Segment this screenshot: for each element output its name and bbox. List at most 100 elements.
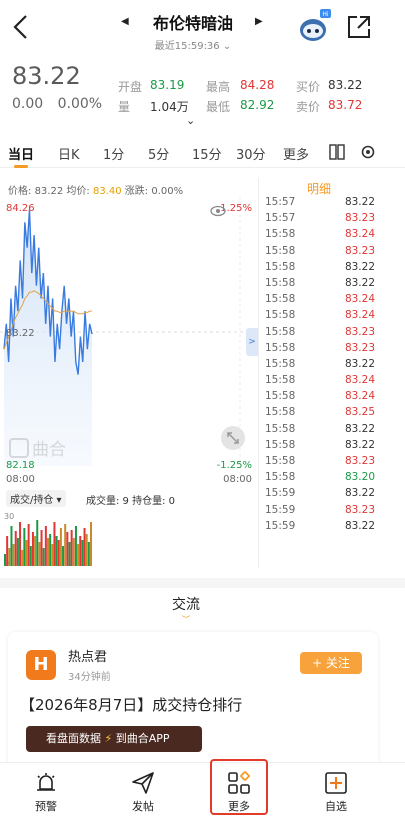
detail-price: 83.23 <box>344 341 375 354</box>
detail-price: 83.22 <box>344 438 375 451</box>
detail-title[interactable]: 明细 <box>307 180 331 197</box>
tab-daily-k[interactable]: 日K <box>58 144 80 163</box>
volume-bar <box>77 544 80 566</box>
change-value: 0.00 <box>12 96 44 112</box>
detail-price: 83.24 <box>344 374 375 387</box>
page-title: 布伦特暗油 <box>152 14 233 33</box>
title-block: 布伦特暗油 最近15:59:36 ⌄ <box>118 10 268 52</box>
layout-icon[interactable] <box>329 144 345 160</box>
author-name[interactable]: 热点君 <box>68 646 107 665</box>
follow-button[interactable]: + 关注 <box>300 652 362 674</box>
post-title[interactable]: 【2026年8月7日】成交持仓排行 <box>20 694 242 715</box>
bid-label: 买价 <box>296 80 321 94</box>
author-avatar[interactable]: H <box>26 650 56 680</box>
settings-icon[interactable] <box>360 144 376 160</box>
detail-row: 15:58 83.22 <box>259 358 383 374</box>
volume-bar <box>44 526 47 566</box>
detail-row: 15:58 83.24 <box>259 228 383 244</box>
volume-bar <box>38 542 41 566</box>
y-tick-top: 84.26 <box>6 203 35 214</box>
fullscreen-icon[interactable] <box>221 426 245 450</box>
volume-bar <box>85 534 88 566</box>
volume-bar <box>83 528 86 566</box>
detail-price: 83.23 <box>344 244 375 257</box>
back-arrow-icon[interactable] <box>10 14 32 40</box>
tab-30min[interactable]: 30分 <box>236 144 266 163</box>
detail-time: 15:58 <box>265 260 296 273</box>
volume-bar <box>42 548 45 566</box>
volume-bar <box>72 538 75 566</box>
volume-bar <box>14 531 17 566</box>
x-tick-left: 08:00 <box>6 474 35 485</box>
active-tab-indicator <box>14 165 28 168</box>
bid-value: 83.22 <box>328 78 363 92</box>
update-time[interactable]: 最近15:59:36 ⌄ <box>118 37 268 52</box>
detail-time: 15:58 <box>265 341 296 354</box>
detail-price: 83.22 <box>344 487 375 500</box>
volume-bar <box>70 530 73 566</box>
detail-row: 15:58 83.25 <box>259 406 383 422</box>
next-contract-icon[interactable]: ▶ <box>255 16 263 27</box>
y-tick-bottom-pct: -1.25% <box>217 460 252 471</box>
volume-bar <box>87 542 90 566</box>
tab-1min[interactable]: 1分 <box>103 144 124 163</box>
detail-time: 15:58 <box>265 390 296 403</box>
intraday-chart[interactable]: 84.26 1.25% 83.22 82.18 -1.25% 08:00 08:… <box>0 196 258 486</box>
volume-mode-select[interactable]: 成交/持仓 ▾ <box>6 490 66 507</box>
volume-bar <box>64 524 67 566</box>
expand-chevron-icon[interactable]: ⌄ <box>186 114 195 127</box>
volume-bar <box>53 522 56 566</box>
detail-price: 83.24 <box>344 309 375 322</box>
detail-time: 15:57 <box>265 212 296 225</box>
open-label: 开盘 <box>118 80 143 94</box>
volume-value: 1.04万 <box>150 100 189 114</box>
volume-bars-group <box>4 520 92 566</box>
detail-price: 83.20 <box>344 471 375 484</box>
nav-watchlist[interactable]: 自选 <box>306 763 366 817</box>
period-tabs: 当日 日K 1分 5分 15分 30分 更多 <box>0 138 405 168</box>
detail-price: 83.23 <box>344 503 375 516</box>
detail-time: 15:58 <box>265 228 296 241</box>
volume-bar <box>51 544 54 566</box>
collapse-detail-tab[interactable]: > <box>246 328 258 356</box>
nav-post[interactable]: 发帖 <box>113 763 173 817</box>
high-label: 最高 <box>206 80 231 94</box>
detail-row: 15:58 83.22 <box>259 423 383 439</box>
detail-row: 15:57 83.23 <box>259 212 383 228</box>
detail-time: 15:58 <box>265 325 296 338</box>
detail-price: 83.23 <box>344 212 375 225</box>
post-card[interactable]: H 热点君 34分钟前 + 关注 【2026年8月7日】成交持仓排行 看盘面数据… <box>8 632 378 772</box>
detail-time: 15:59 <box>265 503 296 516</box>
volume-bar <box>55 536 58 566</box>
promo-banner[interactable]: 看盘面数据 ⚡ 到曲合APP <box>26 726 202 752</box>
tab-more[interactable]: 更多 <box>283 144 309 163</box>
detail-row: 15:58 83.22 <box>259 277 383 293</box>
share-icon[interactable] <box>346 14 372 40</box>
vol-axis-top: 30 <box>4 512 14 521</box>
detail-row: 15:58 83.22 <box>259 439 383 455</box>
detail-price: 83.24 <box>344 293 375 306</box>
volume-bar <box>8 548 11 566</box>
ask-label: 卖价 <box>296 100 321 114</box>
tab-15min[interactable]: 15分 <box>192 144 222 163</box>
trade-detail-list[interactable]: 15:57 83.22 15:57 83.23 15:58 83.24 15:58 83.23… <box>258 196 383 568</box>
detail-price: 83.24 <box>344 228 375 241</box>
detail-row: 15:58 83.24 <box>259 390 383 406</box>
assistant-bot-icon[interactable]: Hi <box>296 8 332 44</box>
tab-5min[interactable]: 5分 <box>148 144 169 163</box>
detail-price: 83.22 <box>344 196 375 208</box>
volume-bar <box>59 528 62 566</box>
volume-bar <box>10 526 13 566</box>
tab-today[interactable]: 当日 <box>8 144 34 163</box>
low-label: 最低 <box>206 100 231 114</box>
detail-row: 15:58 83.20 <box>259 471 383 487</box>
chart-info-line: 价格: 83.22 均价: 83.40 涨跌: 0.00% <box>8 182 183 197</box>
volume-bar <box>12 544 15 566</box>
discussion-title[interactable]: 交流 <box>172 594 200 614</box>
detail-time: 15:58 <box>265 293 296 306</box>
volume-bar <box>62 546 65 566</box>
detail-row: 15:57 83.22 <box>259 196 383 212</box>
nav-alert[interactable]: 预警 <box>16 763 76 817</box>
detail-price: 83.23 <box>344 455 375 467</box>
detail-price: 83.22 <box>344 519 375 532</box>
